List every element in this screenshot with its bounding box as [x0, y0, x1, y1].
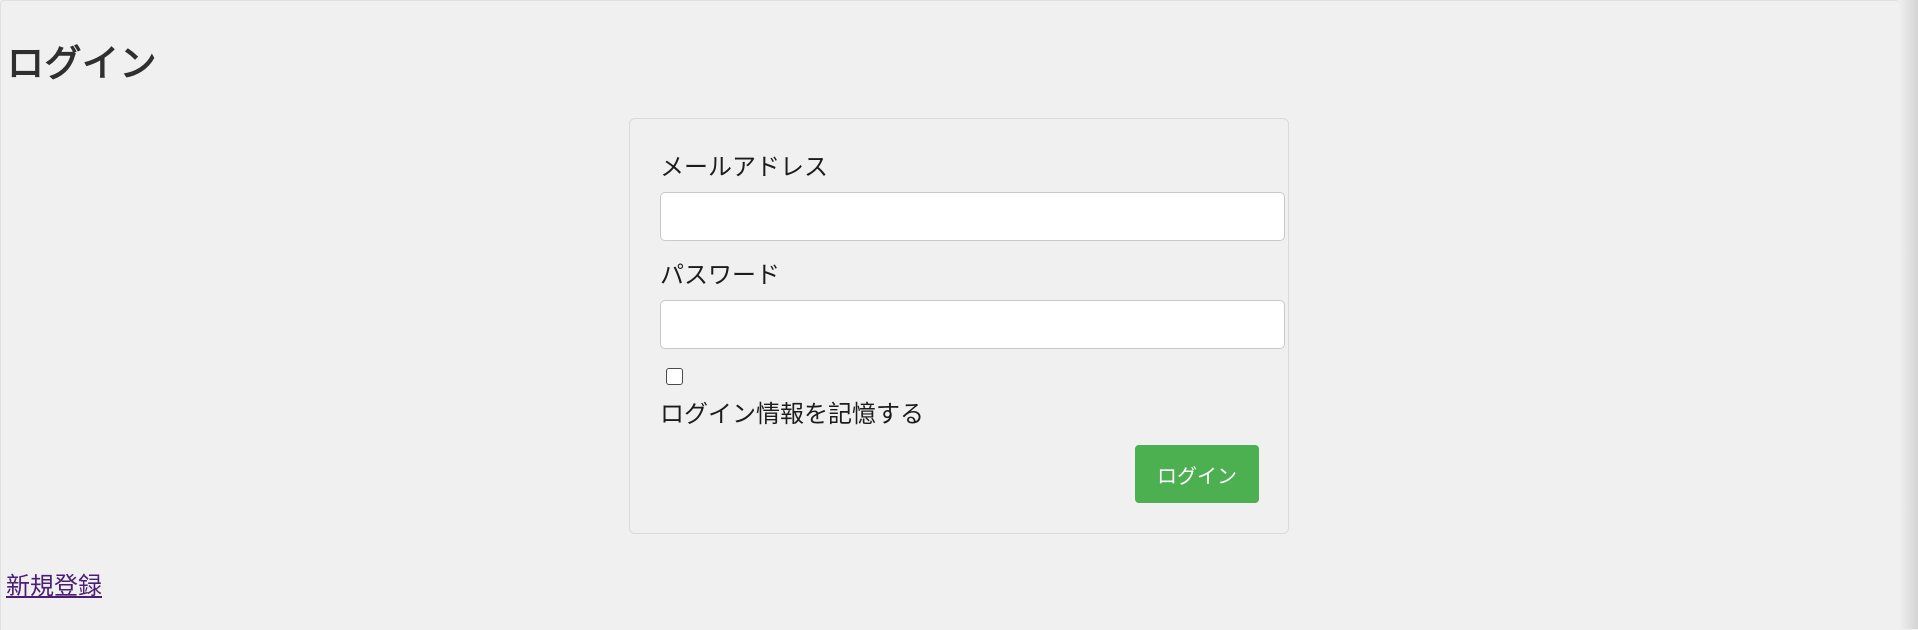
password-label: パスワード [660, 261, 780, 289]
password-field[interactable] [660, 300, 1285, 349]
login-form-card: メールアドレス パスワード ログイン情報を記憶する ログイン [629, 118, 1289, 534]
email-field[interactable] [660, 192, 1285, 241]
page-title: ログイン [7, 42, 157, 85]
register-link[interactable]: 新規登録 [6, 566, 102, 601]
remember-checkbox[interactable] [666, 368, 683, 385]
page-frame: ログイン メールアドレス パスワード ログイン情報を記憶する ログイン 新規登録 [0, 0, 1901, 630]
login-button[interactable]: ログイン [1135, 445, 1259, 503]
email-label: メールアドレス [660, 153, 828, 181]
remember-label: ログイン情報を記憶する [660, 400, 924, 428]
window-edge-shadow [1900, 0, 1918, 629]
